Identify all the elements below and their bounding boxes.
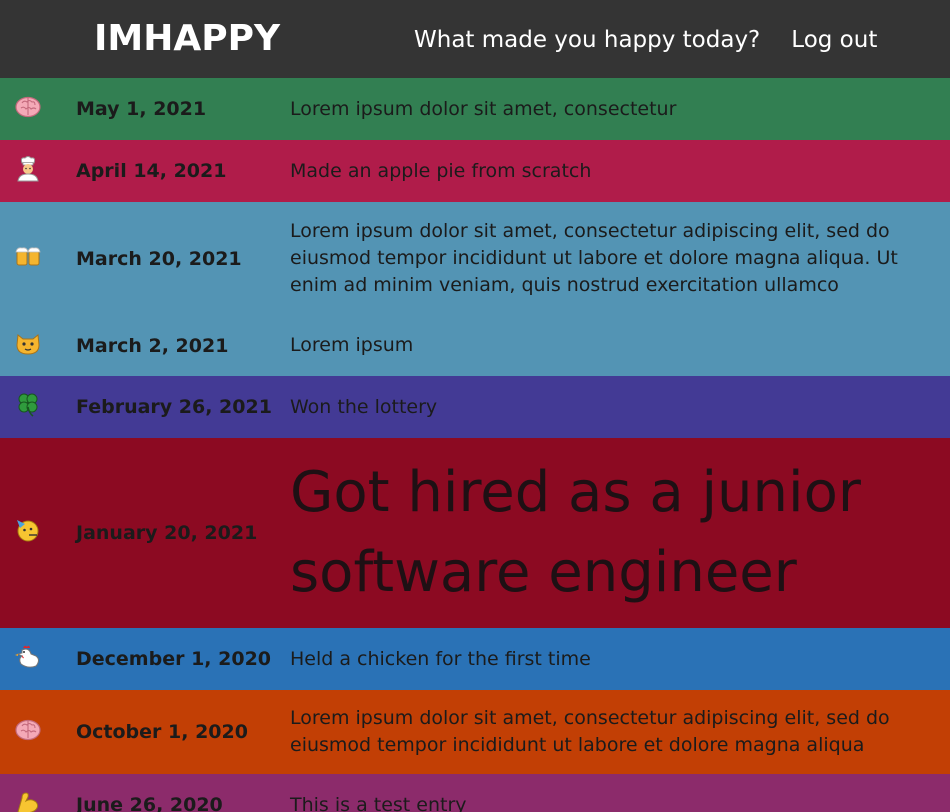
entry-text: Lorem ipsum dolor sit amet, consectetur …	[290, 707, 890, 756]
entry-row: June 26, 2020 This is a test entry	[0, 774, 950, 812]
party-face-icon	[0, 516, 76, 550]
beer-mugs-icon	[0, 242, 76, 276]
entry-text: Lorem ipsum dolor sit amet, consectetur	[290, 97, 677, 120]
entry-text: Held a chicken for the first time	[290, 647, 591, 670]
entry-text: This is a test entry	[290, 793, 467, 812]
brain-icon	[0, 92, 76, 126]
entry-row: May 1, 2021 Lorem ipsum dolor sit amet, …	[0, 78, 950, 140]
entry-text: Got hired as a junior software engineer	[290, 460, 861, 605]
flexed-biceps-icon	[0, 788, 76, 812]
entry-date: December 1, 2020	[76, 648, 272, 670]
rooster-icon	[0, 642, 76, 676]
entry-date: March 2, 2021	[76, 334, 229, 357]
cook-icon	[0, 154, 76, 188]
entry-text: Lorem ipsum	[290, 334, 414, 356]
entry-date: February 26, 2021	[76, 396, 272, 418]
new-entry-link[interactable]: What made you happy today?	[414, 25, 760, 55]
entry-date: January 20, 2021	[76, 522, 258, 544]
four-leaf-clover-icon	[0, 390, 76, 424]
logout-link[interactable]: Log out	[791, 25, 877, 55]
entry-row: March 20, 2021 Lorem ipsum dolor sit ame…	[0, 202, 950, 315]
entry-row: April 14, 2021 Made an apple pie from sc…	[0, 140, 950, 202]
entry-date: June 26, 2020	[76, 794, 223, 812]
entry-text: Lorem ipsum dolor sit amet, consectetur …	[290, 220, 898, 296]
entries-list: May 1, 2021 Lorem ipsum dolor sit amet, …	[0, 78, 950, 812]
entry-text: Won the lottery	[290, 395, 438, 418]
entry-text: Made an apple pie from scratch	[290, 159, 592, 182]
entry-row: January 20, 2021 Got hired as a junior s…	[0, 438, 950, 628]
entry-row: February 26, 2021 Won the lottery	[0, 376, 950, 438]
entry-date: October 1, 2020	[76, 721, 248, 743]
entry-row: October 1, 2020 Lorem ipsum dolor sit am…	[0, 690, 950, 774]
nav-links: What made you happy today? Log out	[414, 25, 877, 55]
entry-date: May 1, 2021	[76, 98, 207, 120]
navbar: IMHAPPY What made you happy today? Log o…	[0, 0, 950, 78]
cat-face-icon	[0, 329, 76, 363]
entry-date: March 20, 2021	[76, 247, 242, 270]
brain-icon	[0, 715, 76, 749]
entry-date: April 14, 2021	[76, 160, 227, 182]
entry-row: December 1, 2020 Held a chicken for the …	[0, 628, 950, 690]
brand-logo[interactable]: IMHAPPY	[94, 17, 280, 61]
entry-row: March 2, 2021 Lorem ipsum	[0, 315, 950, 376]
